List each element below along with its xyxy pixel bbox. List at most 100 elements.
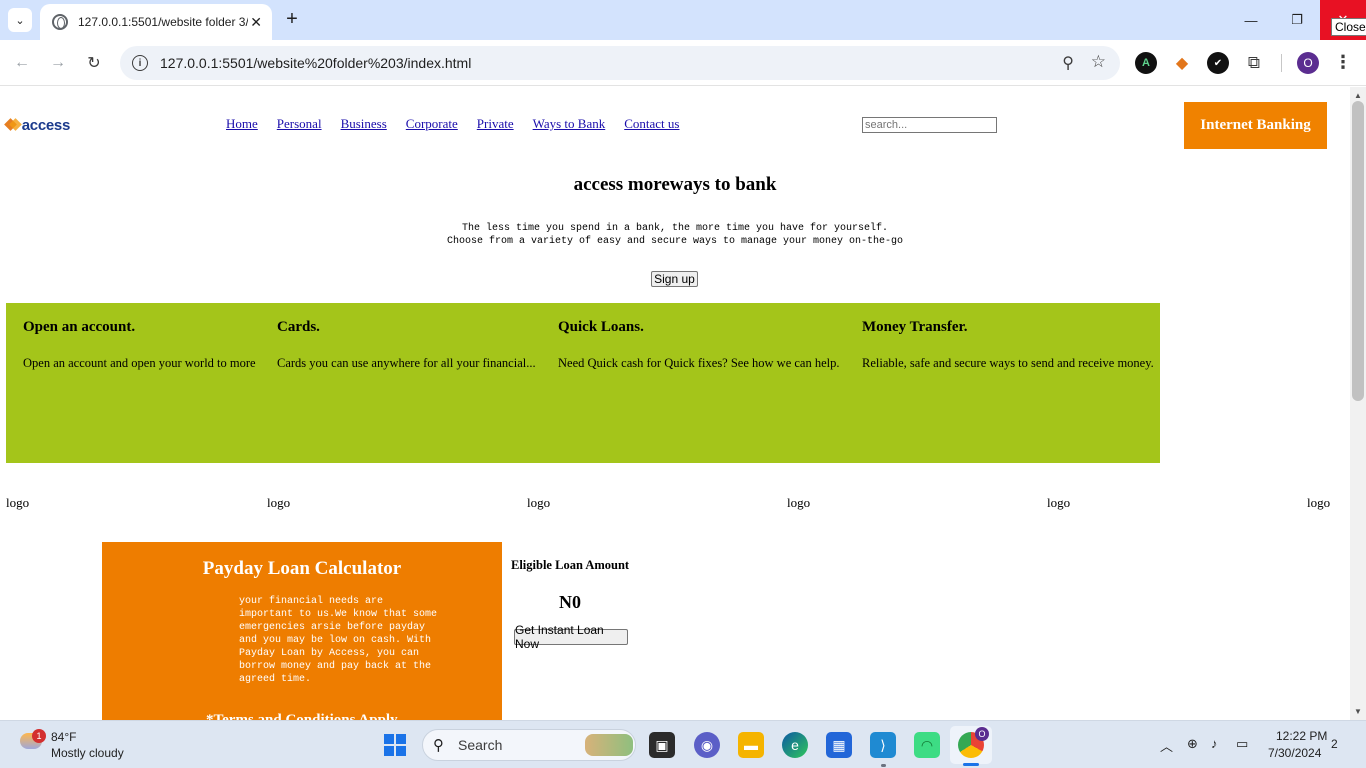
browser-tab[interactable]: 127.0.0.1:5501/website folder 3/ ✕	[40, 4, 272, 40]
zoom-magnifier-icon[interactable]: ⚲	[1062, 53, 1074, 73]
teams-chat-icon[interactable]: ◉	[694, 732, 720, 758]
scroll-up-arrow-icon[interactable]: ▲	[1354, 91, 1362, 100]
scroll-thumb[interactable]	[1352, 101, 1364, 401]
metamask-fox-icon[interactable]: ◆	[1171, 52, 1193, 74]
microsoft-store-icon[interactable]: ▦	[826, 732, 852, 758]
running-indicator	[881, 764, 886, 767]
new-tab-icon[interactable]: +	[281, 9, 303, 31]
broken-logo-image: logo	[787, 495, 810, 511]
globe-icon	[52, 14, 68, 30]
task-view-icon[interactable]: ▣	[649, 732, 675, 758]
access-logo[interactable]: access	[6, 95, 71, 155]
forward-arrow-icon[interactable]: →	[46, 51, 70, 75]
main-nav: Home Personal Business Corporate Private…	[226, 116, 679, 132]
feature-quick-loans[interactable]: Quick Loans. Need Quick cash for Quick f…	[558, 319, 840, 371]
hero-subtitle-line-1: The less time you spend in a bank, the m…	[461, 223, 889, 234]
restore-icon[interactable]: ❐	[1274, 0, 1320, 40]
network-globe-icon[interactable]: ⊕	[1187, 736, 1198, 752]
clock-time[interactable]: 12:22 PM	[1276, 729, 1327, 743]
file-explorer-icon[interactable]: ▬	[738, 732, 764, 758]
loan-amount-value: N0	[559, 592, 581, 612]
hero-subtitle: The less time you spend in a bank, the m…	[0, 222, 1350, 248]
feature-text: Open an account and open your world to m…	[23, 356, 256, 370]
hero-subtitle-line-2: Choose from a variety of easy and secure…	[446, 236, 904, 247]
vscode-icon[interactable]: ⟩	[870, 732, 896, 758]
nav-link-ways-to-bank[interactable]: Ways to Bank	[533, 116, 606, 132]
nav-link-personal[interactable]: Personal	[277, 116, 322, 132]
payday-title: Payday Loan Calculator	[202, 558, 402, 579]
feature-money-transfer[interactable]: Money Transfer. Reliable, safe and secur…	[862, 319, 1154, 371]
logo-alt-text: logo	[527, 495, 551, 510]
address-bar[interactable]: i 127.0.0.1:5501/website%20folder%203/in…	[120, 46, 1120, 80]
feature-text: Reliable, safe and secure ways to send a…	[862, 356, 1154, 370]
payday-description: your financial needs are important to us…	[239, 596, 438, 685]
url-text[interactable]: 127.0.0.1:5501/website%20folder%203/inde…	[160, 55, 471, 71]
feature-title: Money Transfer.	[862, 319, 968, 335]
android-studio-icon[interactable]: ◠	[914, 732, 940, 758]
features-band: Open an account. Open an account and ope…	[6, 303, 1160, 463]
page-viewport: access Home Personal Business Corporate …	[0, 87, 1350, 720]
access-logo-mark-icon	[6, 118, 20, 132]
weather-temperature[interactable]: 84°F	[51, 730, 76, 744]
payday-loan-panel: Payday Loan Calculator your financial ne…	[102, 542, 502, 720]
chrome-profile-badge: O	[975, 727, 989, 741]
search-icon: ⚲	[433, 737, 444, 754]
weather-badge: 1	[32, 729, 46, 743]
extension-a-icon[interactable]: A	[1135, 52, 1157, 74]
taskbar-search-box[interactable]: ⚲ Search	[422, 729, 636, 761]
minimize-icon[interactable]: —	[1228, 0, 1274, 40]
internet-banking-button[interactable]: Internet Banking	[1184, 102, 1327, 149]
broken-logo-image: logo	[6, 495, 29, 511]
logo-alt-text: logo	[6, 495, 30, 510]
nav-link-business[interactable]: Business	[341, 116, 387, 132]
battery-icon[interactable]: ▭	[1236, 736, 1248, 752]
terms-and-conditions[interactable]: *Terms and Conditions Apply	[206, 712, 398, 720]
reload-icon[interactable]: ↻	[82, 51, 106, 75]
tab-close-icon[interactable]: ✕	[250, 14, 262, 31]
feature-title: Open an account.	[23, 319, 136, 335]
toolbar-divider	[1281, 54, 1282, 72]
show-hidden-icons-chevron-icon[interactable]: ︿	[1160, 736, 1173, 755]
active-app-indicator	[963, 763, 979, 766]
site-info-icon[interactable]: i	[132, 55, 148, 71]
feature-open-account[interactable]: Open an account. Open an account and ope…	[23, 319, 256, 371]
nav-link-corporate[interactable]: Corporate	[406, 116, 458, 132]
browser-toolbar: ← → ↻ i 127.0.0.1:5501/website%20folder%…	[0, 40, 1366, 86]
feature-text: Cards you can use anywhere for all your …	[277, 356, 536, 370]
feature-title: Quick Loans.	[558, 319, 644, 335]
nav-link-private[interactable]: Private	[477, 116, 514, 132]
sign-up-button[interactable]: Sign up	[651, 271, 698, 287]
logo-alt-text: logo	[267, 495, 291, 510]
nav-link-contact-us[interactable]: Contact us	[624, 116, 679, 132]
back-arrow-icon[interactable]: ←	[10, 51, 34, 75]
get-instant-loan-button[interactable]: Get Instant Loan Now	[514, 623, 628, 651]
site-search-input[interactable]: search...	[862, 117, 997, 133]
logo-alt-text: logo	[1047, 495, 1071, 510]
extensions-puzzle-icon[interactable]: ⧉	[1243, 52, 1265, 74]
more-menu-icon[interactable]: ⋮	[1334, 52, 1352, 73]
search-highlight-art-icon	[585, 734, 633, 756]
nav-link-home[interactable]: Home	[226, 116, 258, 132]
weather-condition[interactable]: Mostly cloudy	[51, 746, 124, 760]
scroll-down-arrow-icon[interactable]: ▼	[1354, 707, 1362, 716]
hero-title: access moreways to bank	[573, 174, 777, 195]
broken-logo-image: logo	[267, 495, 290, 511]
broken-logo-image: logo	[1047, 495, 1070, 511]
logo-text: access	[21, 116, 71, 134]
tab-search-dropdown-icon[interactable]: ⌄	[8, 8, 32, 32]
notification-count[interactable]: 2	[1331, 737, 1338, 751]
page-scrollbar[interactable]: ▲ ▼	[1350, 87, 1366, 720]
volume-icon[interactable]: ♪	[1211, 736, 1218, 751]
feature-text: Need Quick cash for Quick fixes? See how…	[558, 356, 840, 370]
logo-alt-text: logo	[1307, 495, 1331, 510]
clock-date[interactable]: 7/30/2024	[1268, 746, 1321, 760]
profile-avatar[interactable]: O	[1297, 52, 1319, 74]
extension-v-icon[interactable]: ✔	[1207, 52, 1229, 74]
close-tooltip: Close	[1331, 18, 1366, 36]
edge-browser-icon[interactable]: e	[782, 732, 808, 758]
tab-title: 127.0.0.1:5501/website folder 3/	[78, 15, 248, 29]
windows-start-icon[interactable]	[384, 734, 406, 756]
logo-alt-text: logo	[787, 495, 811, 510]
feature-cards[interactable]: Cards. Cards you can use anywhere for al…	[277, 319, 536, 371]
bookmark-star-icon[interactable]: ☆	[1091, 52, 1106, 72]
